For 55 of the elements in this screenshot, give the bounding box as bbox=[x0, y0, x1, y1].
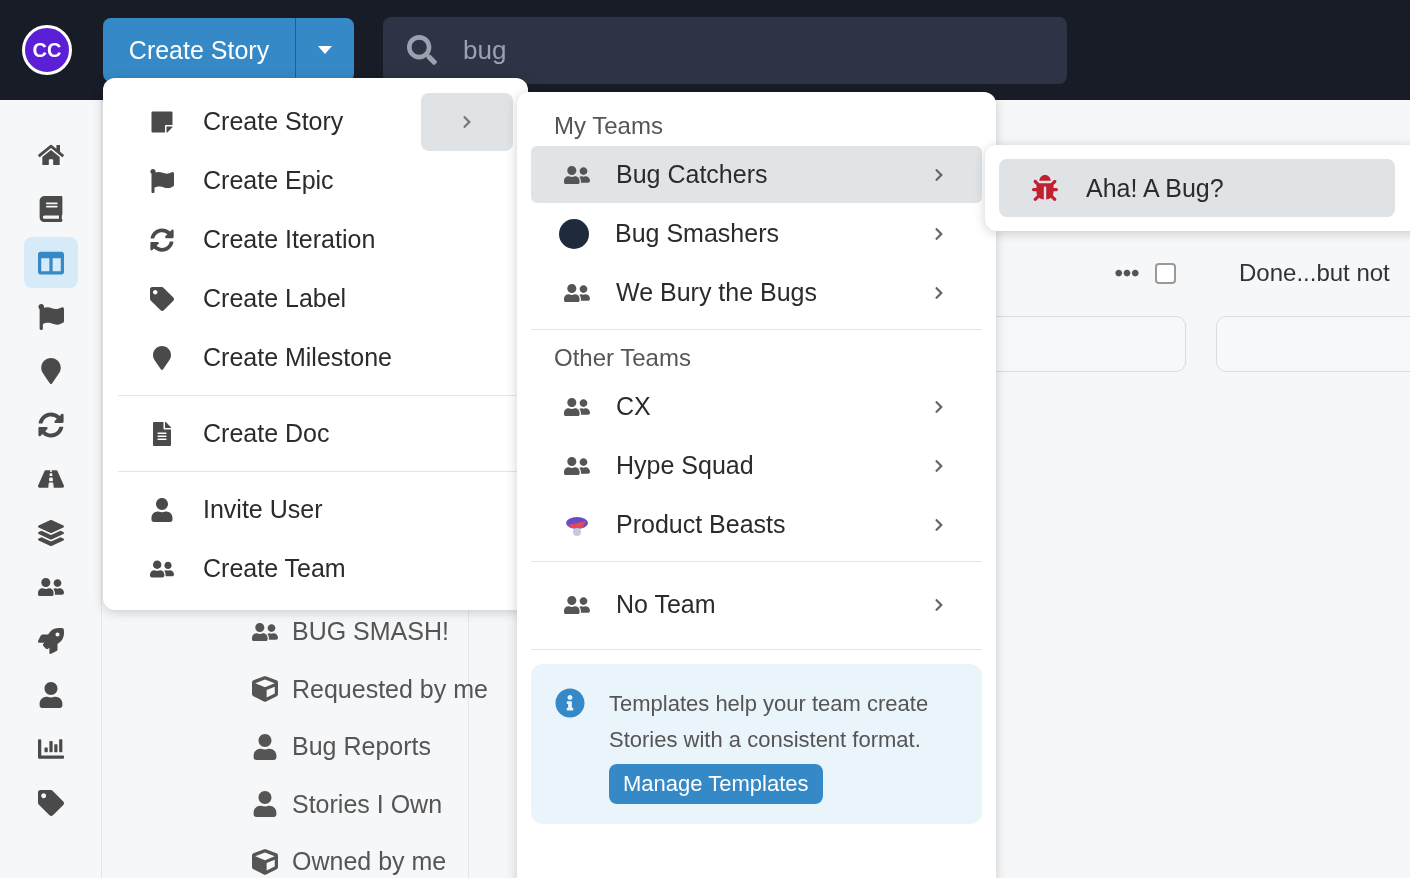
document-icon bbox=[150, 421, 174, 446]
bug-icon bbox=[1032, 175, 1058, 201]
person-icon bbox=[252, 791, 278, 818]
menu-item[interactable]: Create Doc bbox=[118, 404, 528, 463]
cube-icon bbox=[252, 676, 278, 703]
team-menu-item[interactable]: Product Beasts bbox=[531, 496, 982, 553]
tag-icon bbox=[150, 286, 174, 311]
template-menu-item[interactable]: Aha! A Bug? bbox=[999, 159, 1395, 217]
team-menu-item[interactable]: No Team bbox=[531, 576, 982, 633]
group-heading: Other Teams bbox=[553, 343, 692, 373]
menu-item[interactable]: Create Story bbox=[118, 92, 421, 151]
map-pin-icon bbox=[150, 345, 174, 370]
caret-icon bbox=[318, 46, 332, 54]
menu-item[interactable]: Create Milestone bbox=[118, 328, 528, 387]
sidebar-item[interactable]: Requested by me bbox=[252, 660, 488, 718]
create-story-button[interactable]: Create Story bbox=[103, 18, 295, 82]
column-title: Done...but not bbox=[1239, 259, 1390, 287]
flag-icon bbox=[37, 303, 64, 330]
rocket-icon bbox=[37, 627, 64, 654]
team-menu-item[interactable]: Hype Squad bbox=[531, 437, 982, 494]
person-icon bbox=[150, 497, 174, 522]
menu-item[interactable]: Create Team bbox=[118, 539, 528, 598]
person-icon bbox=[252, 733, 278, 760]
columns-icon bbox=[37, 249, 64, 276]
search-field[interactable]: bug bbox=[383, 16, 1067, 84]
cycle-arrows-icon bbox=[150, 227, 174, 252]
menu-item[interactable]: Create Iteration bbox=[118, 210, 528, 269]
card-icon bbox=[150, 109, 174, 134]
team-menu-item[interactable]: CX bbox=[531, 378, 982, 435]
flag-icon bbox=[150, 168, 174, 193]
stack-icon bbox=[37, 519, 64, 546]
sidebar-item[interactable]: Owned by me bbox=[252, 833, 447, 878]
menu-item[interactable]: Create Epic bbox=[118, 151, 528, 210]
sidebar-item[interactable]: BUG SMASH! bbox=[252, 603, 449, 661]
search-icon bbox=[407, 34, 437, 65]
menu-item[interactable]: Create Label bbox=[118, 269, 528, 328]
cycle-arrows-icon bbox=[37, 411, 64, 438]
checkbox[interactable] bbox=[1155, 262, 1176, 284]
manage-templates-button[interactable]: Manage Templates bbox=[609, 764, 823, 804]
sidebar-item[interactable]: Stories I Own bbox=[252, 775, 443, 833]
team-menu-item[interactable]: We Bury the Bugs bbox=[531, 264, 982, 321]
sidebar-item[interactable]: Bug Reports bbox=[252, 718, 431, 776]
team-menu-item[interactable]: Bug Smashers bbox=[531, 205, 982, 262]
tag-icon bbox=[37, 789, 64, 816]
info-text: Templates help your team create Stories with a consistent format. bbox=[609, 690, 930, 754]
team-menu-item[interactable]: Bug Catchers bbox=[531, 146, 982, 203]
cube-icon bbox=[252, 848, 278, 875]
info-icon bbox=[555, 688, 585, 718]
person-icon bbox=[37, 681, 64, 708]
nav-button[interactable] bbox=[23, 237, 78, 288]
avatar-circle bbox=[559, 218, 589, 249]
book-icon bbox=[37, 195, 64, 222]
logo[interactable]: CC bbox=[22, 25, 72, 75]
menu-item[interactable]: Invite User bbox=[118, 480, 528, 539]
group-heading: My Teams bbox=[553, 111, 664, 141]
